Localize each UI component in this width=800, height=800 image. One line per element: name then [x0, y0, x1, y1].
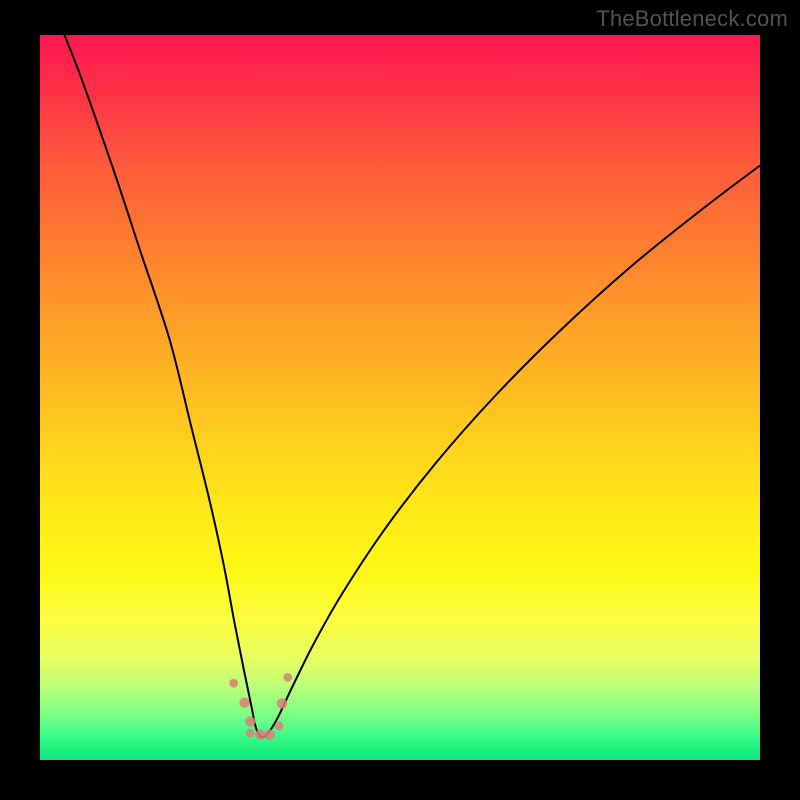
sample-point [255, 729, 265, 739]
plot-area [40, 35, 760, 760]
sample-point [246, 729, 255, 738]
bottleneck-curve [40, 35, 760, 737]
sample-point [245, 716, 255, 726]
sample-point [239, 698, 249, 708]
curve-layer [40, 35, 760, 760]
marker-group [229, 673, 292, 740]
chart-container: TheBottleneck.com [0, 0, 800, 800]
watermark-text: TheBottleneck.com [596, 6, 788, 32]
sample-point [277, 698, 287, 708]
sample-point [283, 673, 292, 682]
sample-point [275, 722, 284, 731]
sample-point [264, 729, 274, 739]
sample-point [229, 679, 238, 688]
